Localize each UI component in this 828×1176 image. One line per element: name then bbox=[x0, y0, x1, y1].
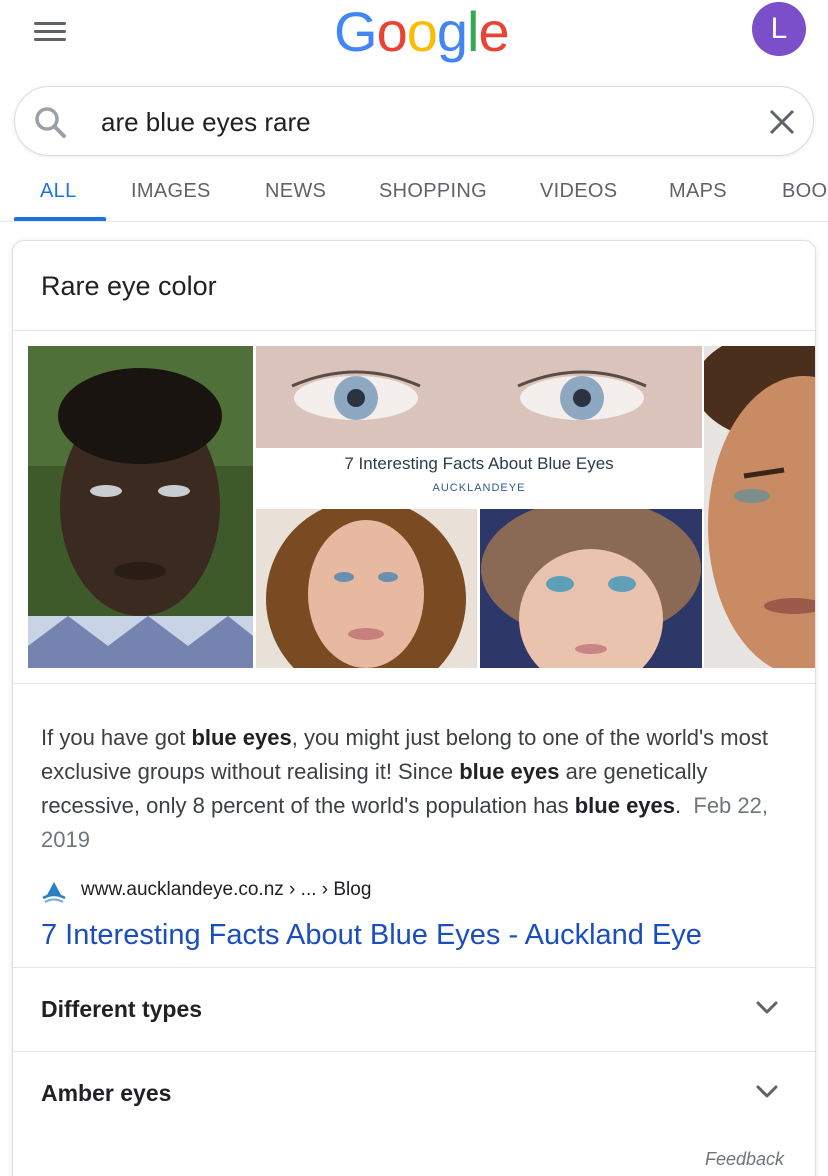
divider bbox=[13, 330, 815, 331]
image-caption-brand: AUCKLANDEYE bbox=[432, 482, 526, 494]
tab-shopping[interactable]: SHOPPING bbox=[379, 180, 487, 203]
image-caption: 7 Interesting Facts About Blue Eyes bbox=[344, 454, 614, 473]
tab-all[interactable]: ALL bbox=[40, 180, 77, 203]
tab-books[interactable]: BOO bbox=[782, 180, 827, 203]
search-tabs: ALL IMAGES NEWS SHOPPING VIDEOS MAPS BOO bbox=[0, 166, 828, 222]
tab-videos[interactable]: VIDEOS bbox=[540, 180, 617, 203]
tab-news[interactable]: NEWS bbox=[265, 180, 326, 203]
feedback-link[interactable]: Feedback bbox=[705, 1149, 784, 1170]
tab-maps[interactable]: MAPS bbox=[669, 180, 727, 203]
image-blue-eyes-banner[interactable]: 7 Interesting Facts About Blue Eyes AUCK… bbox=[256, 346, 702, 506]
active-tab-indicator bbox=[14, 217, 106, 221]
source-url: www.aucklandeye.co.nz › ... › Blog bbox=[81, 879, 372, 900]
image-man[interactable] bbox=[704, 346, 815, 668]
chevron-down-icon[interactable] bbox=[753, 994, 781, 1022]
search-icon[interactable] bbox=[33, 105, 67, 139]
search-input[interactable] bbox=[101, 103, 721, 141]
card-title: Rare eye color bbox=[41, 271, 217, 301]
close-icon[interactable] bbox=[767, 107, 797, 137]
avatar[interactable]: L bbox=[752, 2, 806, 56]
accordion-amber-eyes[interactable]: Amber eyes bbox=[13, 1052, 815, 1134]
image-boy[interactable] bbox=[28, 346, 253, 668]
header: Google L bbox=[0, 0, 828, 80]
snippet-text: If you have got blue eyes, you might jus… bbox=[41, 725, 768, 852]
search-bar[interactable] bbox=[14, 86, 814, 156]
divider bbox=[13, 683, 815, 684]
chevron-down-icon[interactable] bbox=[753, 1078, 781, 1106]
site-favicon bbox=[42, 882, 66, 903]
google-logo[interactable]: Google bbox=[334, 0, 510, 64]
menu-icon[interactable] bbox=[34, 18, 68, 44]
accordion-label: Amber eyes bbox=[41, 1080, 172, 1106]
image-child[interactable] bbox=[480, 509, 702, 668]
accordion-different-types[interactable]: Different types bbox=[13, 968, 815, 1050]
image-woman[interactable] bbox=[256, 509, 477, 668]
featured-snippet-card: Rare eye color 7 Interesting Facts About… bbox=[12, 240, 816, 1176]
tab-images[interactable]: IMAGES bbox=[131, 180, 211, 203]
accordion-label: Different types bbox=[41, 996, 203, 1022]
result-title-link[interactable]: 7 Interesting Facts About Blue Eyes - Au… bbox=[41, 919, 702, 952]
